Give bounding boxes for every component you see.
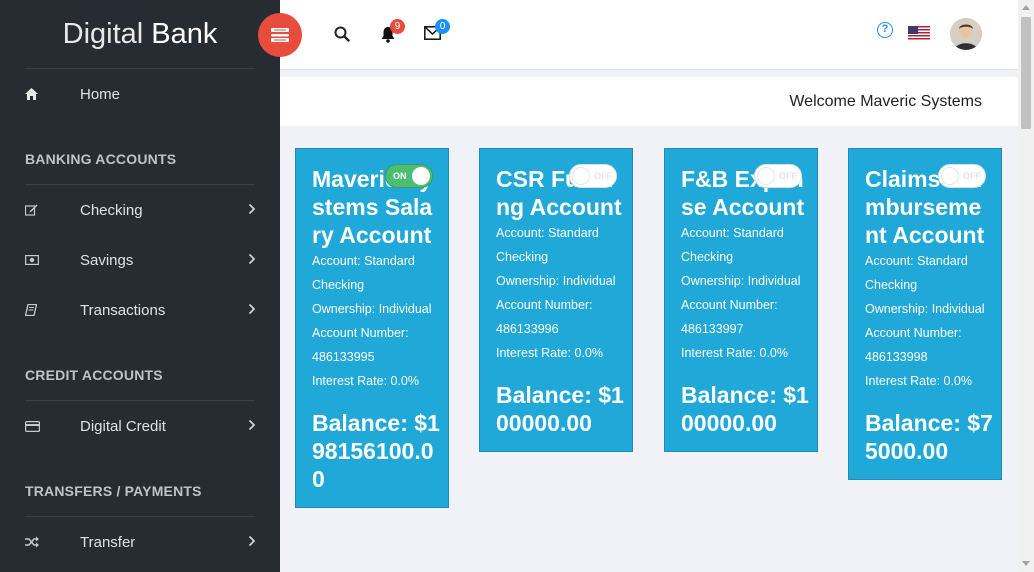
account-balance: Balance: $100000.00 <box>681 382 809 436</box>
sidebar-item-transactions[interactable]: Transactions <box>0 285 280 335</box>
toggle-knob <box>941 167 959 185</box>
account-number: 486133995 <box>312 350 375 364</box>
welcome-text: Welcome Maveric Systems <box>789 93 982 110</box>
sidebar-item-label: Savings <box>80 251 134 269</box>
scroll-down-arrow-icon[interactable] <box>1022 561 1030 566</box>
account-number: 486133997 <box>681 322 744 336</box>
toggle-label: OFF <box>594 171 612 181</box>
money-icon <box>25 255 80 265</box>
notification-count-badge: 9 <box>390 19 405 34</box>
account-number: 486133998 <box>865 350 928 364</box>
credit-card-icon <box>25 420 80 432</box>
brand-part-1: Digital <box>62 17 144 50</box>
sidebar-item-label: Transfer <box>80 533 136 551</box>
sidebar-item-digital-credit[interactable]: Digital Credit <box>0 401 280 451</box>
account-number: 486133996 <box>496 322 559 336</box>
account-ownership: Ownership: Individual <box>496 274 616 288</box>
section-title-banking: BANKING ACCOUNTS <box>25 151 177 167</box>
sidebar-item-home[interactable]: Home <box>0 69 280 119</box>
search-icon[interactable] <box>334 26 350 47</box>
chevron-right-icon <box>248 534 256 550</box>
account-toggle[interactable]: ON <box>385 164 433 188</box>
account-number-label: Account Number: <box>681 298 778 312</box>
brand-part-2: Bank <box>151 17 218 50</box>
account-balance: Balance: $75000.00 <box>865 410 993 464</box>
account-ownership: Ownership: Individual <box>681 274 801 288</box>
sidebar-item-label: Digital Credit <box>80 417 166 435</box>
account-interest-rate: Interest Rate: 0.0% <box>865 374 973 388</box>
us-flag-icon[interactable] <box>908 26 930 41</box>
account-balance: Balance: $198156100.00 <box>312 410 440 492</box>
account-card[interactable]: OFF F&B Expense Account Account: Standar… <box>664 148 818 452</box>
sidebar-item-transfer[interactable]: Transfer <box>0 517 280 567</box>
sidebar-item-label: Transactions <box>80 301 166 319</box>
brand-logo[interactable]: Digital Bank <box>0 0 280 68</box>
account-interest-rate: Interest Rate: 0.0% <box>681 346 789 360</box>
account-toggle[interactable]: OFF <box>754 164 802 188</box>
notifications-button[interactable]: 9 <box>380 19 405 48</box>
book-icon <box>25 304 80 316</box>
toggle-label: OFF <box>779 171 797 181</box>
help-icon[interactable]: ? <box>877 22 893 38</box>
message-count-badge: 0 <box>435 19 450 34</box>
account-number-label: Account Number: <box>865 326 962 340</box>
account-ownership: Ownership: Individual <box>312 302 432 316</box>
chevron-right-icon <box>248 252 256 268</box>
welcome-bar: Welcome Maveric Systems <box>280 77 1018 126</box>
sidebar-item-label: Home <box>80 85 121 103</box>
sidebar-item-savings[interactable]: Savings <box>0 235 280 285</box>
messages-button[interactable]: 0 <box>424 19 450 45</box>
account-card[interactable]: OFF CSR Funding Account Account: Standar… <box>479 148 633 452</box>
section-title-credit: CREDIT ACCOUNTS <box>25 367 163 383</box>
toggle-label: ON <box>393 171 407 181</box>
section-title-transfers: TRANSFERS / PAYMENTS <box>25 483 202 499</box>
account-interest-rate: Interest Rate: 0.0% <box>496 346 604 360</box>
account-type: Account: Standard Checking <box>681 226 784 264</box>
account-type: Account: Standard Checking <box>496 226 599 264</box>
scrollbar-thumb[interactable] <box>1021 17 1031 129</box>
account-type: Account: Standard Checking <box>865 254 968 292</box>
menu-toggle-button[interactable] <box>258 13 302 57</box>
page-scrollbar[interactable] <box>1018 0 1034 572</box>
account-toggle[interactable]: OFF <box>938 164 986 188</box>
chevron-right-icon <box>248 302 256 318</box>
account-type: Account: Standard Checking <box>312 254 415 292</box>
sidebar-item-label: Checking <box>80 201 143 219</box>
account-balance: Balance: $100000.00 <box>496 382 624 436</box>
edit-icon <box>25 204 80 216</box>
sidebar-item-checking[interactable]: Checking <box>0 185 280 235</box>
account-card[interactable]: OFF Claims Reimbursement Account Account… <box>848 148 1002 480</box>
account-number-label: Account Number: <box>312 326 409 340</box>
account-number-label: Account Number: <box>496 298 593 312</box>
shuffle-icon <box>25 536 80 548</box>
chevron-right-icon <box>248 418 256 434</box>
account-ownership: Ownership: Individual <box>865 302 985 316</box>
toggle-knob <box>757 167 775 185</box>
chevron-right-icon <box>248 202 256 218</box>
account-interest-rate: Interest Rate: 0.0% <box>312 374 420 388</box>
top-header: 9 0 ? <box>258 0 1018 70</box>
toggle-knob <box>412 167 430 185</box>
scroll-up-arrow-icon[interactable] <box>1022 5 1030 10</box>
menu-icon <box>271 28 289 42</box>
home-icon <box>25 88 80 100</box>
toggle-label: OFF <box>963 171 981 181</box>
toggle-knob <box>572 167 590 185</box>
user-avatar[interactable] <box>950 18 982 50</box>
sidebar: Digital Bank Home BANKING ACCOUNTS Check… <box>0 0 280 572</box>
account-card[interactable]: ON Maveric Systems Salary Account Accoun… <box>295 148 449 508</box>
account-toggle[interactable]: OFF <box>569 164 617 188</box>
